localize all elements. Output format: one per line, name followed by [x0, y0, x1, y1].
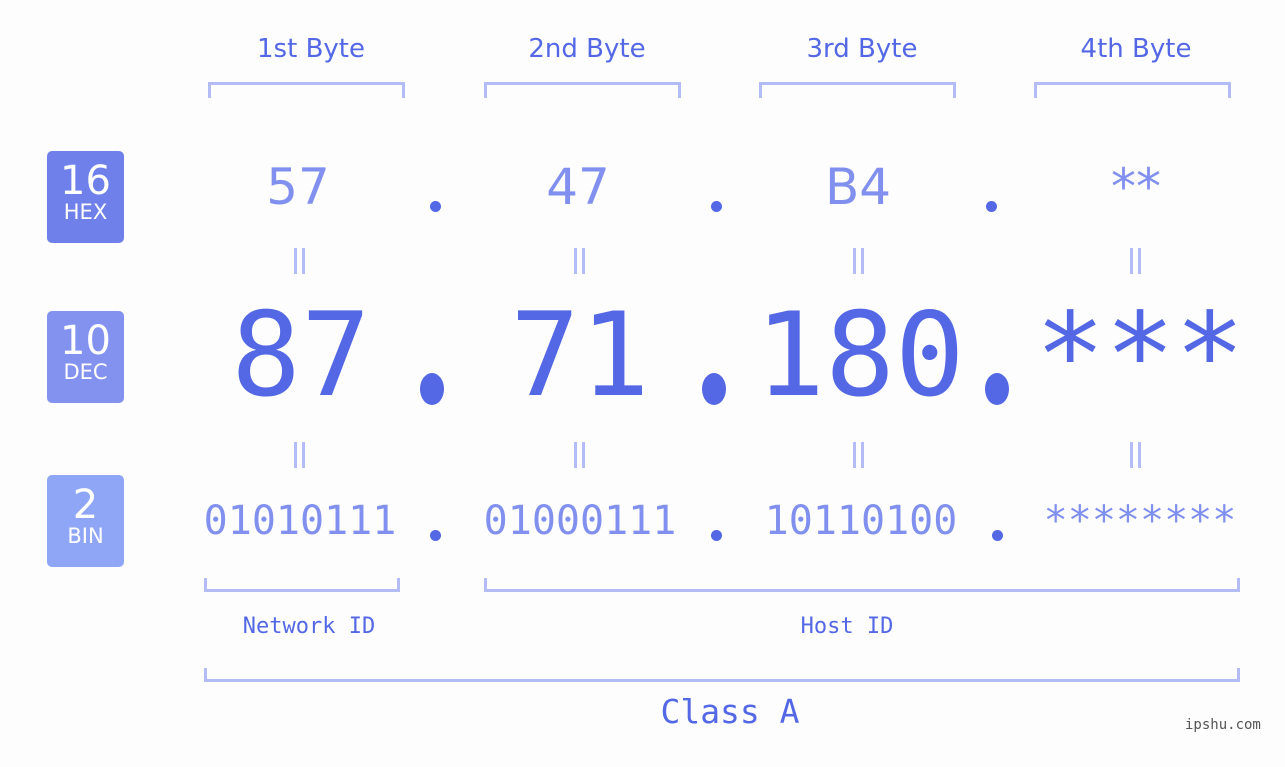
- network-id-bracket: [204, 578, 400, 592]
- hex-byte-1: 57: [266, 158, 330, 216]
- equals-marker: [292, 248, 306, 274]
- byte-bracket-4: [1034, 82, 1231, 98]
- network-id-label: Network ID: [242, 614, 376, 639]
- class-bracket: [204, 668, 1240, 682]
- class-label: Class A: [660, 692, 800, 731]
- hex-base-number: 16: [60, 158, 111, 204]
- bin-byte-1: 01010111: [203, 498, 397, 544]
- bin-separator-dot: [430, 530, 441, 541]
- equals-marker: [572, 248, 586, 274]
- byte-bracket-3: [759, 82, 956, 98]
- dec-separator-dot: [420, 373, 444, 405]
- equals-marker: [1128, 248, 1142, 274]
- watermark: ipshu.com: [1185, 717, 1261, 733]
- hex-separator-dot: [986, 201, 997, 212]
- dec-base-number: 10: [60, 318, 111, 364]
- host-id-label: Host ID: [800, 614, 894, 639]
- bin-base-number: 2: [72, 482, 99, 528]
- dec-base-label: DEC: [63, 360, 108, 384]
- bin-base-label: BIN: [67, 524, 104, 548]
- bin-byte-3: 10110100: [764, 498, 958, 544]
- bin-badge: 2 BIN: [47, 475, 124, 567]
- byte-header-2: 2nd Byte: [528, 34, 646, 64]
- equals-marker: [292, 442, 306, 468]
- equals-marker: [572, 442, 586, 468]
- dec-byte-2: 71: [510, 288, 650, 423]
- bin-separator-dot: [711, 530, 722, 541]
- byte-header-1: 1st Byte: [257, 34, 365, 64]
- host-id-bracket: [484, 578, 1240, 592]
- dec-badge: 10 DEC: [47, 311, 124, 403]
- dec-separator-dot: [702, 373, 726, 405]
- hex-separator-dot: [430, 201, 441, 212]
- hex-badge: 16 HEX: [47, 151, 124, 243]
- bin-byte-2: 01000111: [483, 498, 677, 544]
- bin-separator-dot: [992, 530, 1003, 541]
- dec-byte-4: ***: [1035, 288, 1245, 423]
- equals-marker: [851, 248, 865, 274]
- hex-byte-2: 47: [546, 158, 610, 216]
- dec-separator-dot: [985, 373, 1009, 405]
- equals-marker: [1128, 442, 1142, 468]
- byte-header-4: 4th Byte: [1080, 34, 1192, 64]
- byte-bracket-1: [208, 82, 405, 98]
- equals-marker: [851, 442, 865, 468]
- hex-byte-4: **: [1111, 158, 1161, 216]
- hex-byte-3: B4: [824, 158, 892, 216]
- byte-header-3: 3rd Byte: [806, 34, 918, 64]
- byte-bracket-2: [484, 82, 681, 98]
- bin-byte-4: ********: [1043, 498, 1237, 544]
- dec-byte-3: 180: [755, 288, 965, 423]
- hex-base-label: HEX: [63, 200, 108, 224]
- dec-byte-1: 87: [231, 288, 371, 423]
- hex-separator-dot: [711, 201, 722, 212]
